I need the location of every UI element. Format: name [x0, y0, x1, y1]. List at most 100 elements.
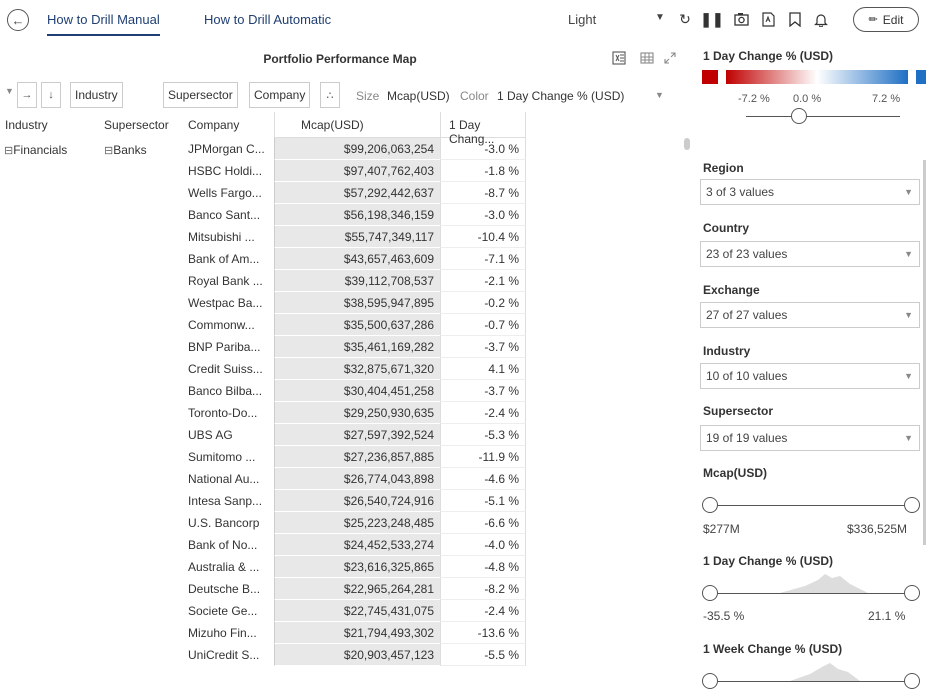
table-row[interactable]: Banco Sant... $56,198,346,159 -3.0 %	[0, 204, 678, 226]
chevron-down-icon[interactable]: ▼	[655, 90, 664, 100]
company-cell[interactable]: National Au...	[188, 468, 272, 490]
table-row[interactable]: HSBC Holdi... $97,407,762,403 -1.8 %	[0, 160, 678, 182]
mcap-cell: $35,500,637,286	[274, 314, 440, 336]
table-row[interactable]: Deutsche B... $22,965,264,281 -8.2 %	[0, 578, 678, 600]
column-header-industry[interactable]: Industry	[5, 118, 48, 132]
table-row[interactable]: Mitsubishi ... $55,747,349,117 -10.4 %	[0, 226, 678, 248]
legend-slider-thumb[interactable]	[791, 108, 807, 124]
company-cell[interactable]: UBS AG	[188, 424, 272, 446]
industry-dropdown[interactable]: 10 of 10 values ▼	[700, 363, 920, 389]
table-row[interactable]: Toronto-Do... $29,250,930,635 -2.4 %	[0, 402, 678, 424]
table-row[interactable]: Bank of Am... $43,657,463,609 -7.1 %	[0, 248, 678, 270]
table-row[interactable]: UniCredit S... $20,903,457,123 -5.5 %	[0, 644, 678, 666]
company-cell[interactable]: Sumitomo ...	[188, 446, 272, 468]
company-cell[interactable]: Toronto-Do...	[188, 402, 272, 424]
drill-chip-industry[interactable]: Industry	[70, 82, 123, 108]
snapshot-icon[interactable]	[733, 11, 749, 27]
drill-in-icon[interactable]: →	[17, 82, 37, 108]
table-row[interactable]: Sumitomo ... $27,236,857,885 -11.9 %	[0, 446, 678, 468]
region-dropdown[interactable]: 3 of 3 values ▼	[700, 179, 920, 205]
tab-how-to-drill-manual[interactable]: How to Drill Manual	[47, 12, 160, 36]
table-icon[interactable]	[640, 51, 654, 68]
table-row[interactable]: UBS AG $27,597,392,524 -5.3 %	[0, 424, 678, 446]
chevron-down-icon[interactable]: ▼	[5, 86, 14, 96]
refresh-icon[interactable]: ↻	[677, 11, 693, 27]
company-cell[interactable]: Mizuho Fin...	[188, 622, 272, 644]
table-row[interactable]: U.S. Bancorp $25,223,248,485 -6.6 %	[0, 512, 678, 534]
table-row[interactable]: Mizuho Fin... $21,794,493,302 -13.6 %	[0, 622, 678, 644]
table-row[interactable]: Bank of No... $24,452,533,274 -4.0 %	[0, 534, 678, 556]
table-row[interactable]: JPMorgan C... $99,206,063,254 -3.0 %	[0, 138, 678, 160]
color-value[interactable]: 1 Day Change % (USD)	[497, 89, 624, 103]
day-change-slider-max-thumb[interactable]	[904, 585, 920, 601]
company-cell[interactable]: UniCredit S...	[188, 644, 272, 666]
legend-title: 1 Day Change % (USD)	[703, 49, 834, 63]
excel-icon[interactable]	[612, 51, 626, 68]
table-row[interactable]: Intesa Sanp... $26,540,724,916 -5.1 %	[0, 490, 678, 512]
expand-icon[interactable]	[663, 51, 677, 68]
column-header-day-change[interactable]: 1 Day Chang...	[440, 112, 526, 146]
drill-chip-supersector[interactable]: Supersector	[163, 82, 238, 108]
filter-title-supersector: Supersector	[703, 404, 774, 418]
chevron-down-icon[interactable]: ▼	[655, 12, 665, 23]
company-cell[interactable]: Deutsche B...	[188, 578, 272, 600]
drill-chip-company[interactable]: Company	[249, 82, 311, 108]
legend-max-swatch	[916, 70, 926, 84]
bookmark-icon[interactable]	[787, 11, 803, 27]
pause-icon[interactable]: ❚❚	[700, 11, 723, 27]
supersector-dropdown[interactable]: 19 of 19 values ▼	[700, 425, 920, 451]
table-scrollbar[interactable]	[684, 138, 690, 150]
table-row[interactable]: Wells Fargo... $57,292,442,637 -8.7 %	[0, 182, 678, 204]
table-row[interactable]: Commonw... $35,500,637,286 -0.7 %	[0, 314, 678, 336]
company-cell[interactable]: Bank of No...	[188, 534, 272, 556]
company-cell[interactable]: Westpac Ba...	[188, 292, 272, 314]
exchange-dropdown[interactable]: 27 of 27 values ▼	[700, 302, 920, 328]
company-cell[interactable]: Banco Sant...	[188, 204, 272, 226]
table-row[interactable]: Societe Ge... $22,745,431,075 -2.4 %	[0, 600, 678, 622]
table-row[interactable]: Royal Bank ... $39,112,708,537 -2.1 %	[0, 270, 678, 292]
scatter-icon[interactable]: ∴	[320, 82, 340, 108]
edit-button[interactable]: ✏ Edit	[853, 7, 919, 32]
table-row[interactable]: Westpac Ba... $38,595,947,895 -0.2 %	[0, 292, 678, 314]
table-row[interactable]: Credit Suiss... $32,875,671,320 4.1 %	[0, 358, 678, 380]
company-cell[interactable]: Intesa Sanp...	[188, 490, 272, 512]
company-cell[interactable]: Australia & ...	[188, 556, 272, 578]
company-cell[interactable]: Wells Fargo...	[188, 182, 272, 204]
company-cell[interactable]: Royal Bank ...	[188, 270, 272, 292]
theme-select[interactable]: Light	[568, 12, 596, 27]
company-cell[interactable]: JPMorgan C...	[188, 138, 272, 160]
week-change-slider-min-thumb[interactable]	[702, 673, 718, 689]
day-change-histogram	[780, 574, 868, 593]
table-row[interactable]: Australia & ... $23,616,325,865 -4.8 %	[0, 556, 678, 578]
company-cell[interactable]: HSBC Holdi...	[188, 160, 272, 182]
table-row[interactable]: National Au... $26,774,043,898 -4.6 %	[0, 468, 678, 490]
pdf-icon[interactable]	[760, 11, 776, 27]
company-cell[interactable]: Credit Suiss...	[188, 358, 272, 380]
chevron-down-icon: ▼	[904, 187, 913, 197]
drill-down-icon[interactable]: ↓	[41, 82, 61, 108]
column-header-supersector[interactable]: Supersector	[104, 118, 169, 132]
mcap-slider-max-thumb[interactable]	[904, 497, 920, 513]
mcap-min-label: $277M	[703, 522, 740, 536]
day-change-slider-min-thumb[interactable]	[702, 585, 718, 601]
column-header-company[interactable]: Company	[188, 118, 239, 132]
table-row[interactable]: BNP Pariba... $35,461,169,282 -3.7 %	[0, 336, 678, 358]
color-label: Color	[460, 89, 489, 103]
back-icon[interactable]: ←	[7, 9, 29, 31]
company-cell[interactable]: Bank of Am...	[188, 248, 272, 270]
company-cell[interactable]: U.S. Bancorp	[188, 512, 272, 534]
bell-icon[interactable]	[813, 11, 829, 27]
company-cell[interactable]: Societe Ge...	[188, 600, 272, 622]
mcap-slider-min-thumb[interactable]	[702, 497, 718, 513]
country-dropdown[interactable]: 23 of 23 values ▼	[700, 241, 920, 267]
company-cell[interactable]: Mitsubishi ...	[188, 226, 272, 248]
company-cell[interactable]: BNP Pariba...	[188, 336, 272, 358]
week-change-slider-max-thumb[interactable]	[904, 673, 920, 689]
company-cell[interactable]: Banco Bilba...	[188, 380, 272, 402]
column-header-mcap[interactable]: Mcap(USD)	[274, 112, 440, 138]
table-row[interactable]: Banco Bilba... $30,404,451,258 -3.7 %	[0, 380, 678, 402]
size-value[interactable]: Mcap(USD)	[387, 89, 450, 103]
company-cell[interactable]: Commonw...	[188, 314, 272, 336]
tab-how-to-drill-automatic[interactable]: How to Drill Automatic	[204, 12, 331, 27]
mcap-cell: $25,223,248,485	[274, 512, 440, 534]
